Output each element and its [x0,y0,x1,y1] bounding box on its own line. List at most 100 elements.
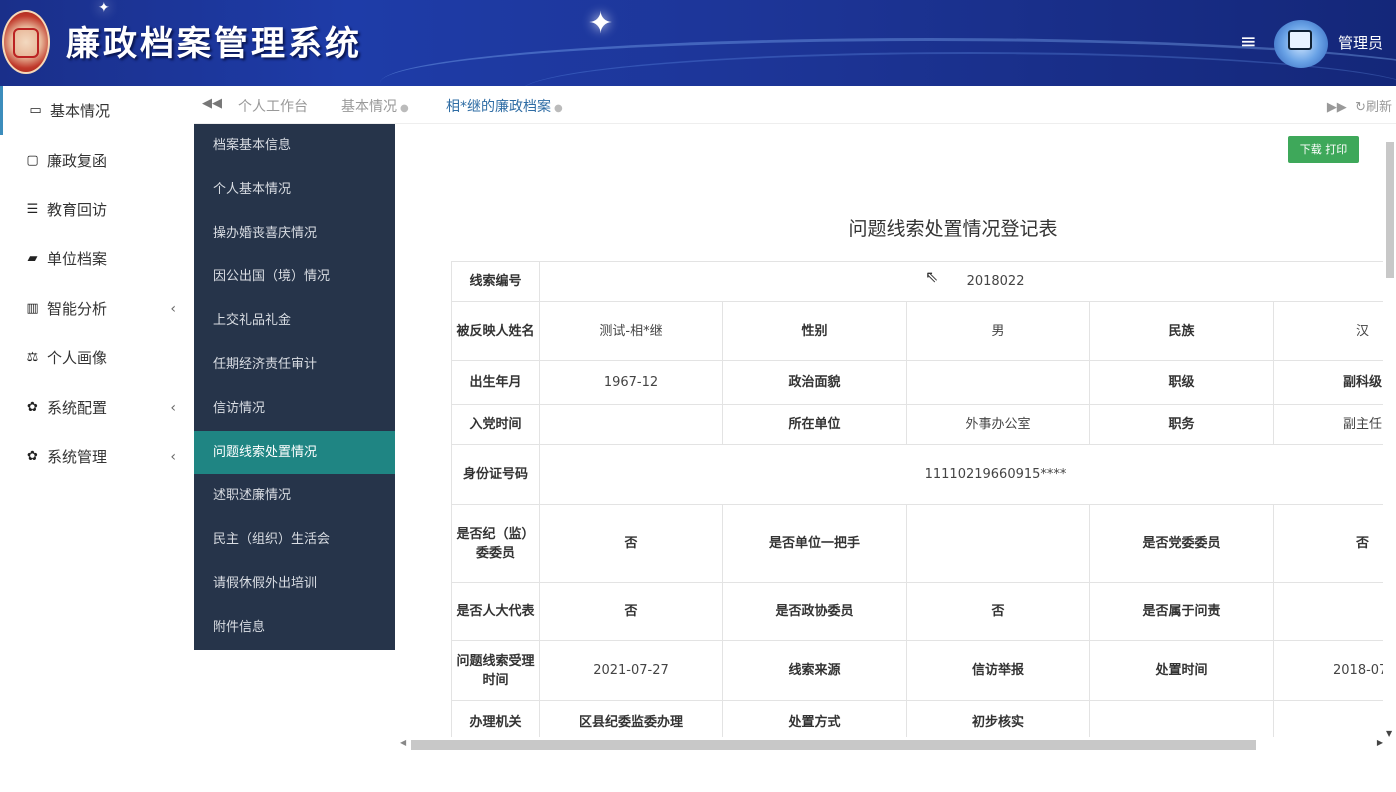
download-print-button[interactable]: 下载 打印 [1288,136,1359,163]
balance-scale-icon: ⚖ [26,350,39,365]
sidebar-item-system-config[interactable]: ✿ 系统配置 ‹ [0,383,194,432]
table-value: 外事办公室 [906,404,1090,445]
submenu-item-active[interactable]: 问题线索处置情况 [194,430,395,475]
submenu-item[interactable]: 请假休假外出培训 [194,562,395,606]
close-icon[interactable]: ● [554,103,563,114]
table-label: 处置时间 [1089,640,1274,701]
id-card-icon: ▭ [29,103,42,118]
sidebar: ▭ 基本情况 ▢ 廉政复函 ☰ 教育回访 ▰ 单位档案 ▥ 智能分析 ‹ ⚖ 个… [0,86,194,792]
table-label: 线索来源 [722,640,907,701]
table-row: 出生年月 1967-12 政治面貌 职级 副科级 [451,360,1383,405]
tab-archive[interactable]: 相*继的廉政档案 ● [446,96,563,116]
table-value: 男 [906,301,1090,361]
submenu-item[interactable]: 民主（组织）生活会 [194,518,395,562]
table-label: 处置方式 [722,700,907,737]
table-value [1272,700,1383,737]
table-row: 是否纪（监）委委员 否 是否单位一把手 是否党委委员 否 [451,504,1383,583]
sidebar-item-label: 教育回访 [47,201,108,219]
sidebar-item-label: 廉政复函 [47,152,108,170]
table-row: 是否人大代表 否 是否政协委员 否 是否属于问责 [451,582,1383,641]
tab-basic-info[interactable]: 基本情况 ● [341,96,409,116]
sidebar-item-basic-info[interactable]: ▭ 基本情况 [0,86,194,135]
table-row: 线索编号 2018022 [451,261,1383,302]
submenu-item[interactable]: 述职述廉情况 [194,474,395,518]
vertical-scrollbar[interactable]: ▼ [1384,138,1396,738]
tab-label: 相*继的廉政档案 [446,99,551,115]
sidebar-item-smart-analysis[interactable]: ▥ 智能分析 ‹ [0,284,194,333]
submenu-item[interactable]: 因公出国（境）情况 [194,255,395,299]
tab-label: 个人工作台 [238,99,308,115]
tab-scroll-right-icon[interactable]: ▶▶ [1327,100,1347,115]
refresh-button[interactable]: 刷新 [1366,100,1392,115]
tab-bar: ◀◀ 个人工作台 基本情况 ● 相*继的廉政档案 ● ▶▶ ↻刷新 [194,86,1396,124]
close-icon[interactable]: ● [400,103,409,114]
table-row: 被反映人姓名 测试-相*继 性别 男 民族 汉 [451,301,1383,361]
table-label: 政治面貌 [722,360,907,405]
sidebar-item-personal-profile[interactable]: ⚖ 个人画像 [0,333,194,382]
table-label: 是否政协委员 [722,582,907,641]
table-label: 问题线索受理时间 [451,640,540,701]
user-avatar[interactable] [1274,20,1328,68]
table-label: 是否党委委员 [1089,504,1274,583]
submenu-item[interactable]: 个人基本情况 [194,168,395,212]
table-label: 是否属于问责 [1089,582,1274,641]
table-value: 2018022 [538,261,1383,302]
table-value: 否 [539,504,723,583]
star-decoration: ✦ [98,0,110,16]
sidebar-item-label: 系统管理 [47,448,108,466]
table-row: 办理机关 区县纪委监委办理 处置方式 初步核实 [451,700,1383,737]
table-value: 11110219660915**** [538,444,1383,505]
table-label: 职级 [1089,360,1274,405]
emblem-logo [2,10,50,74]
sidebar-item-label: 智能分析 [47,300,108,318]
app-title: 廉政档案管理系统 [66,24,362,64]
sidebar-item-system-admin[interactable]: ✿ 系统管理 ‹ [0,432,194,481]
scroll-right-arrow-icon[interactable]: ▶ [1377,738,1383,747]
table-value: 测试-相*继 [539,301,723,361]
scrollbar-thumb[interactable] [1386,142,1394,278]
chevron-left-icon: ‹ [170,448,176,465]
refresh-icon[interactable]: ↻ [1355,100,1366,115]
form-title: 问题线索处置情况登记表 [848,218,1058,240]
sidebar-item-unit-archive[interactable]: ▰ 单位档案 [0,234,194,283]
table-value: 2018-07- [1272,640,1383,701]
table-value [1089,700,1274,737]
table-value [539,404,723,445]
table-value: 信访举报 [906,640,1090,701]
submenu-item[interactable]: 任期经济责任审计 [194,343,395,387]
tab-workbench[interactable]: 个人工作台 [238,96,308,116]
scroll-left-arrow-icon[interactable]: ◀ [400,738,406,747]
table-value: 区县纪委监委办理 [539,700,723,737]
table-value: 副科级 [1272,360,1383,405]
user-name[interactable]: 管理员 [1338,32,1383,53]
hamburger-icon[interactable]: ≡ [1240,29,1257,53]
submenu-item[interactable]: 档案基本信息 [194,124,395,168]
submenu-item[interactable]: 上交礼品礼金 [194,299,395,343]
submenu-item[interactable]: 信访情况 [194,387,395,431]
sidebar-item-label: 基本情况 [50,102,111,120]
sidebar-item-label: 系统配置 [47,399,108,417]
table-value: 否 [906,582,1090,641]
table-label: 职务 [1089,404,1274,445]
table-label: 性别 [722,301,907,361]
table-label: 办理机关 [451,700,540,737]
scrollbar-thumb[interactable] [411,740,1256,750]
tab-scroll-left-icon[interactable]: ◀◀ [202,96,222,111]
table-label: 入党时间 [451,404,540,445]
submenu-item[interactable]: 操办婚丧喜庆情况 [194,212,395,256]
table-value: 否 [1272,504,1383,583]
submenu-item[interactable]: 附件信息 [194,606,395,650]
chevron-left-icon: ‹ [170,399,176,416]
table-label: 线索编号 [451,261,540,302]
table-label: 是否单位一把手 [722,504,907,583]
scroll-down-arrow-icon[interactable]: ▼ [1386,729,1392,738]
table-row: 入党时间 所在单位 外事办公室 职务 副主任 [451,404,1383,445]
sidebar-item-label: 单位档案 [47,250,108,268]
chevron-left-icon: ‹ [170,300,176,317]
horizontal-scrollbar[interactable]: ◀ ▶ [400,738,1385,752]
mouse-cursor-icon: ⇖ [925,267,939,286]
bar-chart-icon: ▥ [26,301,39,316]
sidebar-item-education-visit[interactable]: ☰ 教育回访 [0,185,194,234]
table-label: 民族 [1089,301,1274,361]
sidebar-item-reply-letter[interactable]: ▢ 廉政复函 [0,136,194,185]
